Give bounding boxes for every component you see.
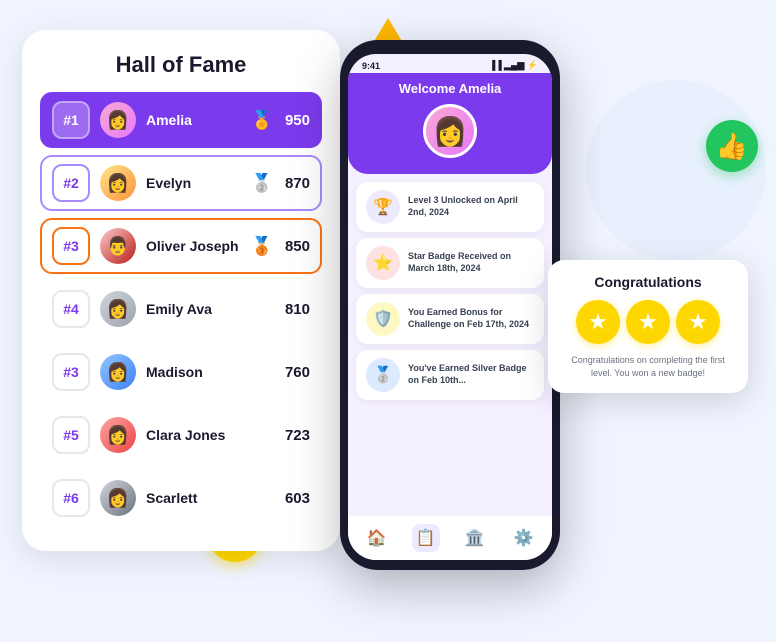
hof-name-2: Evelyn [146, 175, 241, 191]
avatar-2: 👩 [100, 165, 136, 201]
hof-name-3: Oliver Joseph [146, 238, 241, 254]
hof-name-4: Emily Ava [146, 301, 275, 317]
activity-item-4: 🥈 You've Earned Silver Badge on Feb 10th.… [356, 350, 544, 400]
avatar-5: 👩 [100, 354, 136, 390]
activity-icon-4: 🥈 [366, 358, 400, 392]
rank-badge-2: #2 [52, 164, 90, 202]
status-bar: 9:41 ▐▐ ▂▄▆ ⚡ [348, 54, 552, 73]
thumbsup-badge: 👍 [706, 120, 758, 172]
activity-icon-3: 🛡️ [366, 302, 400, 336]
nav-settings[interactable]: ⚙️ [510, 524, 538, 552]
star-1: ★ [576, 300, 620, 344]
star-3: ★ [676, 300, 720, 344]
rank-badge-5: #3 [52, 353, 90, 391]
hof-name-1: Amelia [146, 112, 241, 128]
hof-row-3: #3 👨 Oliver Joseph 🥉 850 [40, 218, 322, 274]
rank-badge-1: #1 [52, 101, 90, 139]
hof-row-5: #3 👩 Madison 760 [40, 344, 322, 400]
status-icons: ▐▐ ▂▄▆ ⚡ [489, 60, 538, 71]
phone-notch [415, 40, 485, 54]
rank-badge-6: #5 [52, 416, 90, 454]
phone-screen: 9:41 ▐▐ ▂▄▆ ⚡ Welcome Amelia 👩 🏆 Level 3 … [348, 54, 552, 560]
congrats-popup: Congratulations ★ ★ ★ Congratulations on… [548, 260, 748, 393]
avatar-4: 👩 [100, 291, 136, 327]
avatar-3: 👨 [100, 228, 136, 264]
activity-icon-2: ⭐ [366, 246, 400, 280]
hall-of-fame-card: Hall of Fame #1👩Amelia🏅950#2👩Evelyn🥈870#… [22, 30, 340, 551]
phone-welcome: Welcome Amelia [399, 81, 502, 96]
activity-item-1: 🏆 Level 3 Unlocked on April 2nd, 2024 [356, 182, 544, 232]
avatar-6: 👩 [100, 417, 136, 453]
rank-badge-7: #6 [52, 479, 90, 517]
hof-row-7: #6 👩 Scarlett 603 [40, 470, 322, 526]
avatar-1: 👩 [100, 102, 136, 138]
nav-home[interactable]: 🏠 [363, 524, 391, 552]
status-time: 9:41 [362, 61, 380, 71]
hof-row-6: #5 👩 Clara Jones 723 [40, 407, 322, 463]
medal-2: 🥈 [251, 173, 273, 194]
avatar-7: 👩 [100, 480, 136, 516]
congrats-title: Congratulations [564, 274, 732, 290]
hof-row-1: #1 👩 Amelia 🏅 950 [40, 92, 322, 148]
medal-3: 🥉 [251, 236, 273, 257]
hof-title: Hall of Fame [40, 52, 322, 78]
activity-item-3: 🛡️ You Earned Bonus for Challenge on Feb … [356, 294, 544, 344]
score-1: 950 [285, 112, 310, 129]
rank-badge-4: #4 [52, 290, 90, 328]
nav-leaderboard[interactable]: 🏛️ [461, 524, 489, 552]
nav-activity[interactable]: 📋 [412, 524, 440, 552]
activity-text-3: You Earned Bonus for Challenge on Feb 17… [408, 307, 534, 330]
medal-1: 🏅 [251, 110, 273, 131]
hof-name-7: Scarlett [146, 490, 275, 506]
phone-avatar: 👩 [423, 104, 477, 158]
congrats-text: Congratulations on completing the first … [564, 354, 732, 379]
activity-text-1: Level 3 Unlocked on April 2nd, 2024 [408, 195, 534, 218]
hof-row-2: #2 👩 Evelyn 🥈 870 [40, 155, 322, 211]
phone-content: 🏆 Level 3 Unlocked on April 2nd, 2024 ⭐ Sta… [348, 174, 552, 515]
score-3: 850 [285, 238, 310, 255]
rank-badge-3: #3 [52, 227, 90, 265]
score-6: 723 [285, 427, 310, 444]
activity-text-2: Star Badge Received on March 18th, 2024 [408, 251, 534, 274]
phone-mockup: 9:41 ▐▐ ▂▄▆ ⚡ Welcome Amelia 👩 🏆 Level 3 … [340, 40, 560, 570]
phone-header: Welcome Amelia 👩 [348, 73, 552, 174]
score-2: 870 [285, 175, 310, 192]
score-5: 760 [285, 364, 310, 381]
phone-nav: 🏠 📋 🏛️ ⚙️ [348, 515, 552, 560]
activity-text-4: You've Earned Silver Badge on Feb 10th..… [408, 363, 534, 386]
activity-item-2: ⭐ Star Badge Received on March 18th, 2024 [356, 238, 544, 288]
hof-name-6: Clara Jones [146, 427, 275, 443]
score-7: 603 [285, 490, 310, 507]
stars-row: ★ ★ ★ [564, 300, 732, 344]
hof-row-4: #4 👩 Emily Ava 810 [40, 281, 322, 337]
star-2: ★ [626, 300, 670, 344]
activity-icon-1: 🏆 [366, 190, 400, 224]
hof-name-5: Madison [146, 364, 275, 380]
score-4: 810 [285, 301, 310, 318]
